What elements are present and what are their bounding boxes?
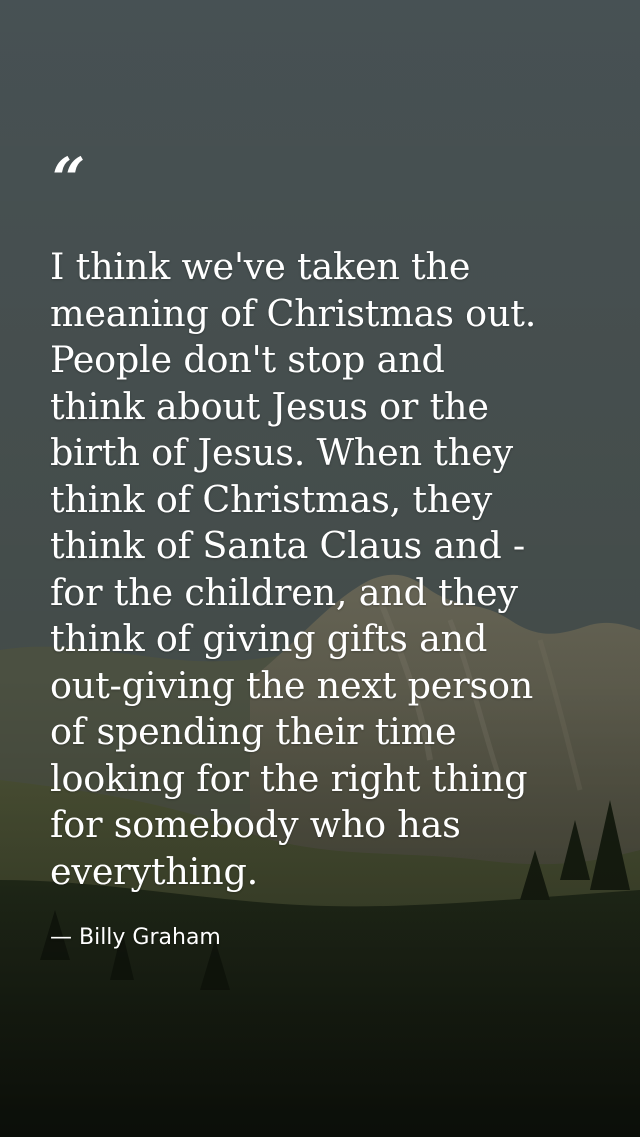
quote-card: “ I think we've taken the meaning of Chr… (50, 150, 610, 951)
quote-author: — Billy Graham (50, 925, 221, 950)
quote-text: I think we've taken the meaning of Chris… (50, 245, 537, 893)
quote-mark-icon: “ (52, 145, 86, 213)
